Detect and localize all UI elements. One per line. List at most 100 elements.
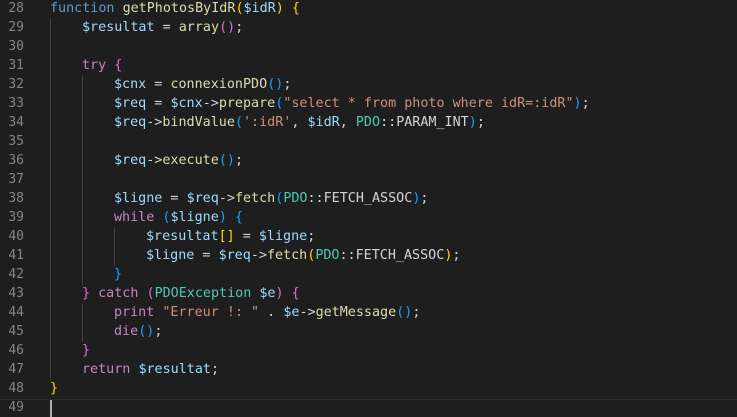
code-text[interactable]: $req->bindValue(':idR', $idR, PDO::PARAM… <box>114 113 485 132</box>
line-number: 37 <box>8 172 24 187</box>
code-line[interactable]: 42} <box>0 265 737 284</box>
code-token: ; <box>283 77 292 92</box>
code-text[interactable]: print "Erreur !: " . $e->getMessage(); <box>114 303 420 322</box>
line-number: 30 <box>8 39 24 54</box>
code-line[interactable]: 47 return $resultat; <box>0 360 737 379</box>
code-text[interactable]: $req = $cnx->prepare("select * from phot… <box>114 94 590 113</box>
code-line[interactable]: 39 while ($ligne) { <box>0 208 737 227</box>
code-text[interactable]: try { <box>82 56 122 75</box>
code-line[interactable]: 46} <box>0 341 737 360</box>
code-text[interactable]: } catch (PDOException $e) { <box>82 284 300 303</box>
code-text[interactable]: } <box>50 379 58 398</box>
line-number: 47 <box>8 362 24 377</box>
code-line[interactable]: 49 <box>0 398 737 417</box>
code-text[interactable]: $ligne = $req->fetch(PDO::FETCH_ASSOC); <box>114 189 428 208</box>
code-line[interactable]: 32 $cnx = connexionPDO(); <box>0 75 737 94</box>
line-number: 49 <box>8 400 24 415</box>
code-token: $resultat <box>82 20 155 35</box>
code-token: ; <box>235 20 244 35</box>
code-token: ( <box>146 286 155 301</box>
code-token: ) <box>275 286 284 301</box>
text-cursor <box>50 400 52 417</box>
code-token: = <box>146 96 171 111</box>
code-line[interactable]: 45 die(); <box>0 322 737 341</box>
code-token: ( <box>234 115 243 130</box>
code-token: "Erreur !: " <box>162 305 260 320</box>
line-number: 38 <box>8 191 24 206</box>
code-line[interactable]: 43} catch (PDOException $e) { <box>0 284 737 303</box>
code-token: while <box>114 210 155 225</box>
code-text[interactable]: $cnx = connexionPDO(); <box>114 75 291 94</box>
code-token: $req <box>114 153 147 168</box>
code-token: -> <box>202 96 219 111</box>
code-token: } <box>114 267 123 282</box>
code-token: fetch <box>266 248 308 263</box>
code-text[interactable]: $req->execute(); <box>114 151 243 170</box>
code-token: ; <box>307 229 316 244</box>
code-token: ; <box>476 115 485 130</box>
code-text[interactable]: function getPhotosByIdR($idR) { <box>50 0 300 18</box>
code-token: ':idR' <box>243 115 292 130</box>
line-number: 35 <box>8 134 24 149</box>
code-token: $req <box>114 115 147 130</box>
code-line[interactable]: 38 $ligne = $req->fetch(PDO::FETCH_ASSOC)… <box>0 189 737 208</box>
code-token: die <box>114 324 139 339</box>
code-token: () <box>267 77 284 92</box>
code-token: $e <box>283 305 300 320</box>
code-token: $idR <box>243 1 276 16</box>
code-token: PDO <box>283 191 308 206</box>
code-token: $e <box>259 286 276 301</box>
code-token: $resultat <box>138 362 211 377</box>
code-line[interactable]: 28 function getPhotosByIdR($idR) { <box>0 0 737 18</box>
code-token: ) <box>468 115 477 130</box>
code-text[interactable]: $ligne = $req->fetch(PDO::FETCH_ASSOC); <box>146 246 460 265</box>
code-text[interactable]: $resultat = array(); <box>82 18 243 37</box>
code-line[interactable]: 30 <box>0 37 737 56</box>
line-number: 44 <box>8 305 24 320</box>
code-token: ; <box>420 191 429 206</box>
line-number: 36 <box>8 153 24 168</box>
code-text[interactable]: } <box>82 341 90 360</box>
code-text[interactable]: } <box>114 265 122 284</box>
code-token: ) <box>218 210 227 225</box>
code-text[interactable]: $resultat[] = $ligne; <box>146 227 315 246</box>
code-token: } <box>82 343 91 358</box>
code-token: -> <box>299 305 316 320</box>
code-editor[interactable]: 28 function getPhotosByIdR($idR) { 29 $resu… <box>0 0 737 417</box>
code-line[interactable]: 37 <box>0 170 737 189</box>
code-token: $ligne <box>170 210 219 225</box>
code-text[interactable]: while ($ligne) { <box>114 208 243 227</box>
line-number: 31 <box>8 58 24 73</box>
code-text[interactable]: return $resultat; <box>82 360 219 379</box>
line-number: 29 <box>8 20 24 35</box>
code-token: [] <box>218 229 235 244</box>
code-token: { <box>234 210 243 225</box>
code-line[interactable]: 40 $resultat[] = $ligne; <box>0 227 737 246</box>
code-text[interactable]: die(); <box>114 322 162 341</box>
code-line[interactable]: 36 $req->execute(); <box>0 151 737 170</box>
code-token: try <box>82 58 107 73</box>
code-token: $cnx <box>170 96 203 111</box>
code-token: getMessage <box>315 305 397 320</box>
code-line[interactable]: 29 $resultat = array(); <box>0 18 737 37</box>
line-number: 42 <box>8 267 24 282</box>
code-token: -> <box>146 115 163 130</box>
code-token: () <box>219 20 236 35</box>
code-line[interactable]: 34 $req->bindValue(':idR', $idR, PDO::PAR… <box>0 113 737 132</box>
code-token: function <box>50 1 123 16</box>
code-token: $resultat <box>146 229 219 244</box>
current-line-highlight <box>0 399 737 400</box>
line-number: 32 <box>8 77 24 92</box>
code-token: print <box>114 305 155 320</box>
code-line[interactable]: 31 try { <box>0 56 737 75</box>
code-token: $ligne <box>146 248 195 263</box>
code-token: :: <box>339 248 356 263</box>
code-token: ; <box>412 305 421 320</box>
code-line[interactable]: 33 $req = $cnx->prepare("select * from ph… <box>0 94 737 113</box>
code-token: PDO <box>315 248 340 263</box>
code-line[interactable]: 48} <box>0 379 737 398</box>
code-line[interactable]: 35 <box>0 132 737 151</box>
code-line[interactable]: 41 $ligne = $req->fetch(PDO::FETCH_ASSOC)… <box>0 246 737 265</box>
code-line[interactable]: 44 print "Erreur !: " . $e->getMessage(); <box>0 303 737 322</box>
